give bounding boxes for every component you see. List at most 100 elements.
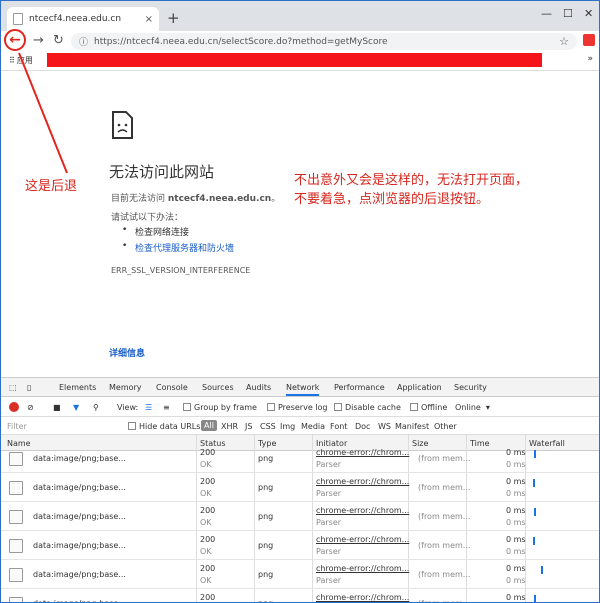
view-label: View:: [117, 403, 139, 412]
record-icon[interactable]: [9, 402, 19, 412]
network-toolbar: ⊘ ■ ▼ ⚲ View: ☰ ≡ Group by frame Preserv…: [1, 397, 599, 417]
table-row[interactable]: data:image/png;base...200OKpngchrome-err…: [1, 444, 599, 473]
error-code: ERR_SSL_VERSION_INTERFERENCE: [111, 266, 251, 275]
request-size: (from mem...: [418, 541, 471, 550]
hide-data-urls-checkbox[interactable]: Hide data URLs: [128, 422, 200, 431]
filter-css[interactable]: CSS: [260, 422, 276, 431]
waterfall-bar: [533, 479, 535, 487]
bullet: •: [122, 241, 128, 251]
request-status-text: OK: [200, 518, 212, 527]
table-row[interactable]: data:image/png;base...200OKpngchrome-err…: [1, 502, 599, 531]
preserve-log-label: Preserve log: [278, 403, 328, 412]
error-title: 无法访问此网站: [109, 163, 215, 181]
annotation-note-line1: 不出意外又会是这样的，无法打开页面，: [294, 173, 529, 188]
error-host-line: 目前无法访问 ntcecf4.neea.edu.cn。: [111, 191, 280, 204]
request-time: 0 ms: [506, 448, 526, 457]
filter-media[interactable]: Media: [301, 422, 325, 431]
tab-audits[interactable]: Audits: [246, 383, 271, 392]
clear-icon[interactable]: ⊘: [27, 403, 34, 412]
tab-sources[interactable]: Sources: [202, 383, 234, 392]
preserve-log-checkbox[interactable]: Preserve log: [267, 403, 328, 412]
error-host-suffix: 。: [271, 194, 281, 204]
group-by-frame-checkbox[interactable]: Group by frame: [183, 403, 257, 412]
devtools-panel: ⬚ ▯ Elements Memory Console Sources Audi…: [1, 377, 599, 602]
offline-checkbox[interactable]: Offline: [410, 403, 447, 412]
request-initiator-sub: Parser: [316, 518, 342, 527]
tab-elements[interactable]: Elements: [59, 383, 96, 392]
request-status-text: OK: [200, 460, 212, 469]
tab-memory[interactable]: Memory: [109, 383, 142, 392]
filter-other[interactable]: Other: [434, 422, 457, 431]
filter-xhr[interactable]: XHR: [221, 422, 238, 431]
request-initiator[interactable]: chrome-error://chrom...: [316, 564, 409, 573]
filter-js[interactable]: JS: [245, 422, 252, 431]
request-status: 200: [200, 535, 216, 544]
request-name: data:image/png;base...: [33, 570, 126, 579]
large-rows-icon[interactable]: ☰: [145, 403, 152, 412]
request-initiator[interactable]: chrome-error://chrom...: [316, 506, 409, 515]
throttle-select[interactable]: Online ▾: [455, 403, 490, 412]
request-latency: 0 ms: [506, 576, 526, 585]
error-host-prefix: 目前无法访问: [111, 194, 166, 204]
request-time: 0 ms: [506, 506, 526, 515]
request-type: png: [258, 541, 274, 550]
file-icon: [9, 481, 23, 495]
waterfall-bar: [534, 595, 536, 602]
tab-performance[interactable]: Performance: [334, 383, 385, 392]
throttle-value: Online: [455, 403, 481, 412]
request-status: 200: [200, 448, 216, 457]
filter-font[interactable]: Font: [330, 422, 347, 431]
filter-manifest[interactable]: Manifest: [395, 422, 429, 431]
waterfall-bar: [534, 508, 536, 516]
device-toggle-icon[interactable]: ▯: [27, 383, 31, 392]
table-row[interactable]: data:image/png;base... 200 OK png chrome-err…: [1, 531, 599, 560]
request-size: (from mem...: [418, 570, 471, 579]
filter-img[interactable]: Img: [280, 422, 295, 431]
hide-data-urls-label: Hide data URLs: [139, 422, 201, 431]
request-type: png: [258, 570, 274, 579]
table-row[interactable]: data:image/png;base...200OKpngchrome-err…: [1, 560, 599, 589]
tab-console[interactable]: Console: [156, 383, 188, 392]
request-initiator[interactable]: chrome-error://chrom...: [316, 593, 409, 602]
details-link[interactable]: 详细信息: [109, 346, 145, 359]
tab-network[interactable]: Network: [286, 383, 320, 396]
request-initiator-sub: Parser: [316, 547, 342, 556]
request-initiator[interactable]: chrome-error://chrom...: [316, 477, 409, 486]
tab-application[interactable]: Application: [397, 383, 442, 392]
suggestion-network: 检查网络连接: [135, 228, 190, 238]
tab-security[interactable]: Security: [454, 383, 487, 392]
camera-icon[interactable]: ■: [53, 403, 61, 412]
suggestion-proxy-link[interactable]: 检查代理服务器和防火墙: [135, 241, 234, 254]
inspect-icon[interactable]: ⬚: [9, 383, 17, 392]
table-row[interactable]: data:image/png;base...200OKpngchrome-err…: [1, 473, 599, 502]
request-time: 0 ms: [506, 564, 526, 573]
request-time: 0 ms: [506, 535, 526, 544]
request-initiator-sub: Parser: [316, 489, 342, 498]
file-icon: [9, 452, 23, 466]
request-type: png: [258, 599, 273, 602]
filter-input[interactable]: Filter: [7, 422, 27, 431]
filter-icon[interactable]: ▼: [73, 403, 79, 412]
sad-page-icon: [112, 111, 133, 139]
request-latency: 0 ms: [506, 518, 526, 527]
waterfall-bar: [533, 537, 535, 545]
filter-all[interactable]: All: [201, 420, 217, 431]
request-name: data:image/png;base...: [33, 541, 126, 550]
request-status-text: OK: [200, 576, 212, 585]
search-icon[interactable]: ⚲: [93, 403, 99, 412]
filter-bar: Filter Hide data URLs All XHR JS CSS Img…: [1, 417, 599, 435]
filter-doc[interactable]: Doc: [355, 422, 370, 431]
request-time: 0 ms: [506, 477, 526, 486]
request-latency: 0 ms: [506, 460, 526, 469]
request-status-text: OK: [200, 547, 212, 556]
request-name: data:image/png;base...: [33, 454, 126, 463]
disable-cache-checkbox[interactable]: Disable cache: [334, 403, 401, 412]
request-initiator[interactable]: chrome-error://chrom...: [316, 448, 409, 457]
overview-icon[interactable]: ≡: [163, 403, 170, 412]
request-name: data:image/png;base...: [33, 512, 126, 521]
try-label: 请试试以下办法：: [111, 213, 184, 223]
filter-ws[interactable]: WS: [378, 422, 391, 431]
offline-label: Offline: [421, 403, 448, 412]
request-initiator[interactable]: chrome-error://chrom...: [316, 535, 409, 544]
table-row[interactable]: data:image/png;base...200OKpngchrome-err…: [1, 589, 599, 602]
